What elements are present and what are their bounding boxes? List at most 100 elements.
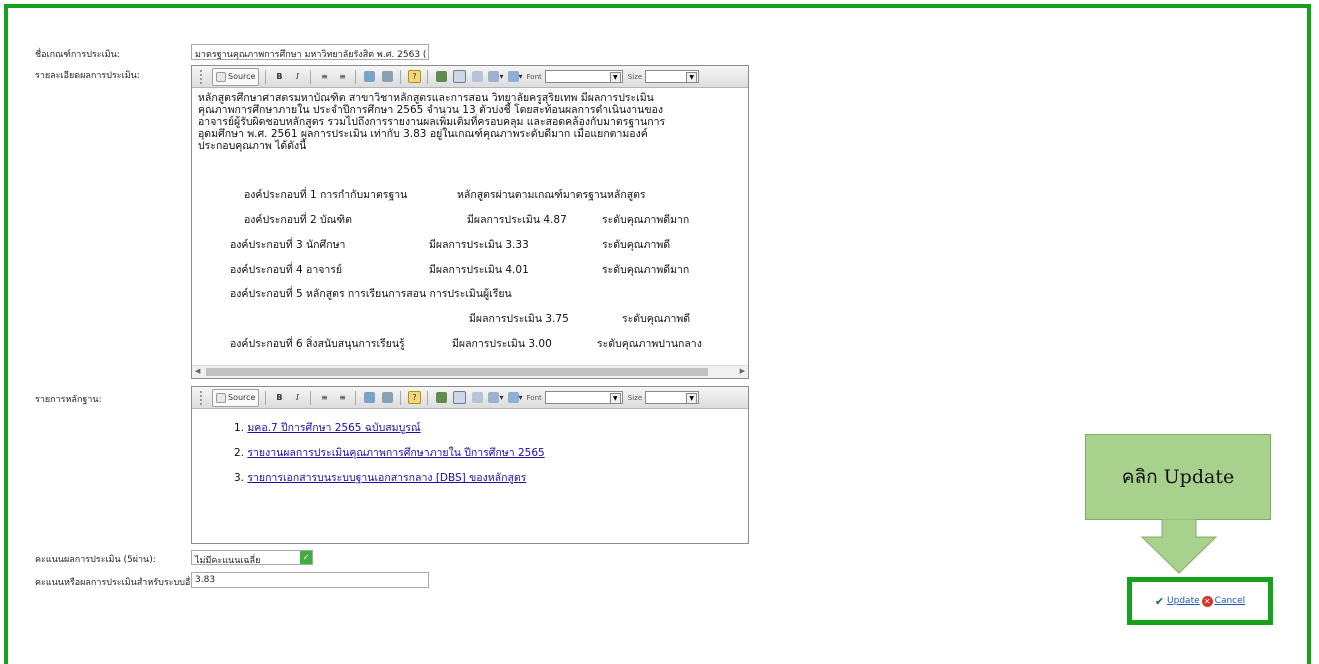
update-callout: คลิก Update <box>1085 434 1271 520</box>
help-button[interactable]: ? <box>407 69 421 85</box>
horizontal-scrollbar[interactable]: ◀ ▶ <box>192 365 748 378</box>
toolbar-separator <box>310 69 312 84</box>
evidence-link[interactable]: รายการเอกสารบนระบบฐานเอกสารกลาง [DBS] ขอ… <box>247 472 526 484</box>
component-result: มีผลการประเมิน 3.00 <box>452 338 552 350</box>
bullet-list-button[interactable]: ≡ <box>335 69 349 85</box>
update-button[interactable]: Update <box>1167 596 1200 606</box>
table-button[interactable] <box>452 390 466 406</box>
bg-color-icon <box>507 392 519 403</box>
evidence-label: รายการหลักฐาน: <box>35 395 102 405</box>
source-label: Source <box>228 72 256 81</box>
size-select[interactable]: ▼ <box>645 391 700 404</box>
link-button[interactable] <box>362 69 376 85</box>
evidence-toolbar: Source B I ≡ ≡ ? ▾ ▾ Font ▼ Size ▼ <box>192 387 748 409</box>
cancel-icon: ✕ <box>1201 595 1213 607</box>
text-color-button[interactable]: ▾ <box>488 390 504 406</box>
detail-editor[interactable]: Source B I ≡ ≡ ? ▾ ▾ Font ▼ Size ▼ หลักส… <box>191 65 749 379</box>
help-icon: ? <box>407 391 421 404</box>
score-label: คะแนนผลการประเมิน (5ผ่าน): <box>35 555 156 565</box>
component-name: องค์ประกอบที่ 5 หลักสูตร การเรียนการสอน … <box>230 288 512 300</box>
help-button[interactable]: ? <box>407 390 421 406</box>
toolbar-separator <box>427 390 429 405</box>
toolbar-separator <box>400 390 402 405</box>
score-select[interactable]: ไม่มีคะแนนเฉลี่ย <box>191 550 313 565</box>
font-label: Font <box>526 72 542 81</box>
evidence-number: 1. <box>234 422 245 434</box>
link-button[interactable] <box>362 390 376 406</box>
scroll-right-icon[interactable]: ▶ <box>740 367 745 375</box>
unlink-button[interactable] <box>380 69 394 85</box>
image-button[interactable] <box>434 69 448 85</box>
detail-toolbar: Source B I ≡ ≡ ? ▾ ▾ Font ▼ Size ▼ <box>192 66 748 88</box>
bold-button[interactable]: B <box>272 69 286 85</box>
size-label: Size <box>627 393 643 402</box>
evidence-link[interactable]: รายงานผลการประเมินคุณภาพการศึกษาภายใน ปี… <box>247 447 544 459</box>
other-score-input[interactable]: 3.83 <box>191 572 429 588</box>
link-icon <box>363 71 375 82</box>
text-color-icon <box>488 71 500 82</box>
component-name: องค์ประกอบที่ 6 สิ่งสนับสนุนการเรียนรู้ <box>230 338 405 350</box>
evidence-editor[interactable]: Source B I ≡ ≡ ? ▾ ▾ Font ▼ Size ▼ 1. มค… <box>191 386 749 544</box>
chevron-down-icon: ▼ <box>609 393 621 404</box>
bg-color-button[interactable]: ▾ <box>507 69 523 85</box>
action-box: ✔ Update ✕ Cancel <box>1127 577 1273 625</box>
toolbar-separator <box>355 390 357 405</box>
paragraph-line: ประกอบคุณภาพ ได้ดังนี้ <box>198 140 307 152</box>
unlink-button[interactable] <box>380 390 394 406</box>
evidence-item: 3. รายการเอกสารบนระบบฐานเอกสารกลาง [DBS]… <box>234 469 526 486</box>
component-name: องค์ประกอบที่ 2 บัณฑิต <box>244 214 352 226</box>
image-icon <box>435 392 447 403</box>
font-select[interactable]: ▼ <box>544 391 623 404</box>
image-button[interactable] <box>434 390 448 406</box>
unlink-icon <box>381 392 393 403</box>
component-level: ระดับคุณภาพดี <box>622 313 691 325</box>
chevron-down-icon[interactable]: ✓ <box>300 551 312 564</box>
component-level: ระดับคุณภาพดี <box>602 239 671 251</box>
text-color-icon <box>488 392 500 403</box>
link-icon <box>363 392 375 403</box>
text-color-button[interactable]: ▾ <box>488 69 504 85</box>
evidence-number: 3. <box>234 472 245 484</box>
scroll-left-icon[interactable]: ◀ <box>195 367 200 375</box>
component-result: มีผลการประเมิน 3.75 <box>469 313 569 325</box>
component-name: องค์ประกอบที่ 3 นักศึกษา <box>230 239 346 251</box>
source-icon <box>216 71 226 82</box>
bg-color-icon <box>507 71 519 82</box>
numbered-list-button[interactable]: ≡ <box>317 390 331 406</box>
evidence-link[interactable]: มคอ.7 ปีการศึกษา 2565 ฉบับสมบูรณ์ <box>247 422 420 434</box>
italic-button[interactable]: I <box>290 69 304 85</box>
component-level: ระดับคุณภาพดีมาก <box>602 214 690 226</box>
horizontal-rule-icon <box>471 71 483 82</box>
toolbar-separator <box>355 69 357 84</box>
size-select[interactable]: ▼ <box>645 70 700 83</box>
table-button[interactable] <box>452 69 466 85</box>
other-score-label: คะแนนหรือผลการประเมินสำหรับระบบอื่นๆ: <box>35 578 205 588</box>
source-button[interactable]: Source <box>212 67 260 86</box>
component-result: หลักสูตรผ่านตามเกณฑ์มาตรฐานหลักสูตร <box>457 189 646 201</box>
criteria-input[interactable]: มาตรฐานคุณภาพการศึกษา มหาวิทยาลัยรังสิต … <box>191 44 429 60</box>
unlink-icon <box>381 71 393 82</box>
font-select[interactable]: ▼ <box>544 70 623 83</box>
detail-paragraph: หลักสูตรศึกษาศาสตรมหาบัณฑิต สาขาวิชาหลัก… <box>198 92 742 152</box>
font-label: Font <box>526 393 542 402</box>
hr-button[interactable] <box>470 390 484 406</box>
paragraph-line: หลักสูตรศึกษาศาสตรมหาบัณฑิต สาขาวิชาหลัก… <box>198 92 654 104</box>
source-label: Source <box>228 393 256 402</box>
evidence-item: 1. มคอ.7 ปีการศึกษา 2565 ฉบับสมบูรณ์ <box>234 419 421 436</box>
evidence-item: 2. รายงานผลการประเมินคุณภาพการศึกษาภายใน… <box>234 444 545 461</box>
bold-button[interactable]: B <box>272 390 286 406</box>
table-icon <box>452 391 466 404</box>
paragraph-line: คุณภาพการศึกษาภายใน ประจำปีการศึกษา 2565… <box>198 104 663 116</box>
cancel-button[interactable]: Cancel <box>1215 596 1246 606</box>
source-button[interactable]: Source <box>212 388 260 407</box>
italic-button[interactable]: I <box>290 390 304 406</box>
chevron-down-icon: ▼ <box>686 393 698 404</box>
component-result: มีผลการประเมิน 4.87 <box>467 214 567 226</box>
scrollbar-thumb[interactable] <box>206 368 708 376</box>
hr-button[interactable] <box>470 69 484 85</box>
bg-color-button[interactable]: ▾ <box>507 390 523 406</box>
toolbar-separator <box>427 69 429 84</box>
component-level: ระดับคุณภาพปานกลาง <box>597 338 702 350</box>
bullet-list-button[interactable]: ≡ <box>335 390 349 406</box>
numbered-list-button[interactable]: ≡ <box>317 69 331 85</box>
